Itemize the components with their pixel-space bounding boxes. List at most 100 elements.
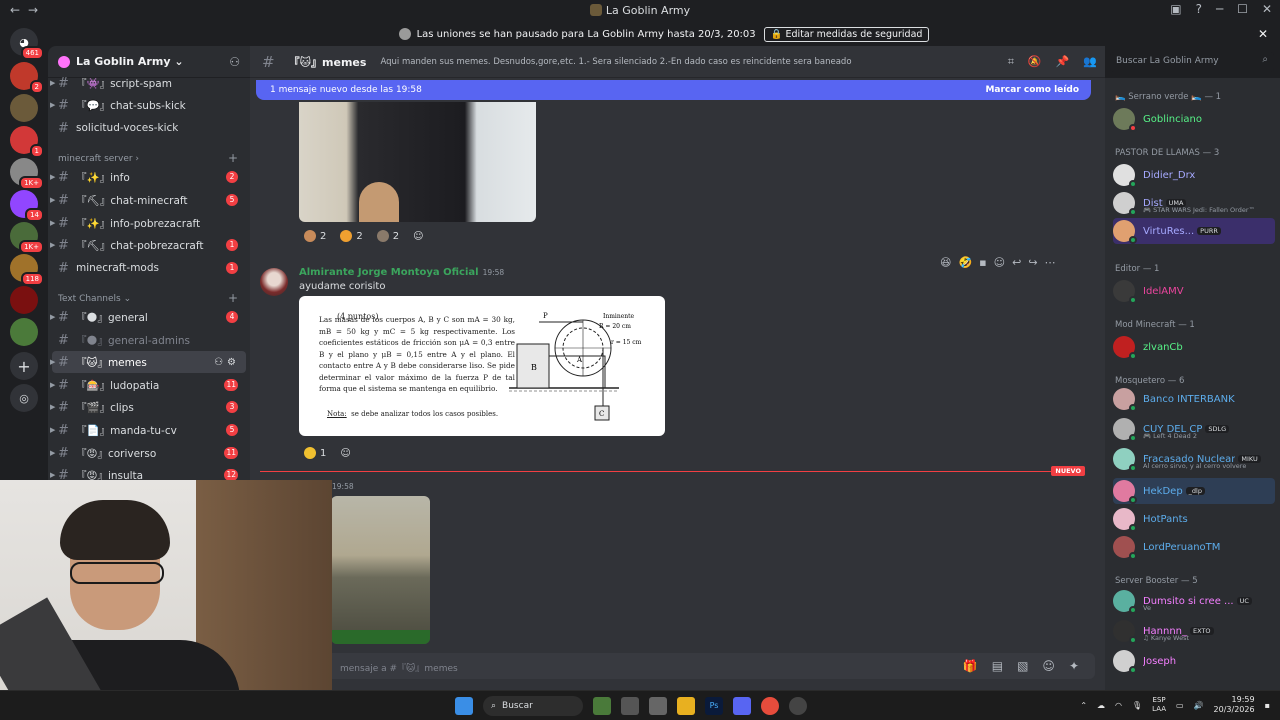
members-icon[interactable]: 👥: [1083, 55, 1097, 69]
member-item[interactable]: CUY DEL CP SDLG 🎮 Left 4 Dead 2: [1113, 416, 1275, 442]
server-icon-7[interactable]: [10, 286, 38, 314]
network-icon[interactable]: ▭: [1176, 701, 1184, 710]
forward-icon[interactable]: ↪: [1028, 256, 1037, 269]
member-item[interactable]: Joseph: [1113, 648, 1275, 674]
server-icon-6[interactable]: 118: [10, 254, 44, 286]
notifications-icon[interactable]: ▪: [1265, 701, 1270, 710]
channel-settings-icon[interactable]: ⚇⚙: [214, 357, 240, 368]
more-icon[interactable]: ⋯: [1045, 256, 1056, 269]
add-channel-icon[interactable]: +: [228, 291, 238, 305]
tray-chevron-icon[interactable]: ⌃: [1080, 701, 1087, 710]
channel-ludopatia[interactable]: ▶ # 『🎰』ludopatia 11: [50, 374, 246, 396]
channel-chat-pobrezacraft[interactable]: ▶ # 『⛏』chat-pobrezacraft 1: [50, 234, 246, 256]
invite-icon[interactable]: ⚇: [229, 55, 240, 69]
widgets-icon[interactable]: [593, 697, 611, 715]
reaction[interactable]: 2: [373, 228, 403, 244]
category-minecraft[interactable]: minecraft server › +: [58, 151, 238, 165]
volume-icon[interactable]: 🔊: [1194, 701, 1204, 710]
reaction[interactable]: 2: [336, 228, 366, 244]
add-server-icon[interactable]: +: [10, 352, 38, 380]
security-settings-button[interactable]: 🔒 Editar medidas de seguridad: [763, 26, 930, 42]
app-icon[interactable]: [649, 697, 667, 715]
apps-icon[interactable]: ✦: [1069, 659, 1079, 673]
search-input[interactable]: Buscar La Goblin Army ⌕: [1110, 52, 1274, 72]
threads-icon[interactable]: ⌗: [1008, 55, 1014, 69]
channel-info[interactable]: ▶ # 『✨』info 2: [50, 166, 246, 188]
member-item[interactable]: Dumsito si cree ... UC Ve: [1113, 588, 1275, 614]
add-channel-icon[interactable]: +: [228, 151, 238, 165]
server-icon-2[interactable]: [10, 94, 38, 122]
channel-coriverso[interactable]: ▶ # 『😡』coriverso 11: [50, 442, 246, 464]
channel-script-spam[interactable]: ▶ # 『👾』script-spam: [50, 72, 246, 94]
onedrive-icon[interactable]: ☁: [1097, 701, 1105, 710]
windows-start-icon[interactable]: [455, 697, 473, 715]
notifications-icon[interactable]: 🔕: [1028, 55, 1042, 69]
member-item[interactable]: HotPants: [1113, 506, 1275, 532]
minimize-button[interactable]: ─: [1216, 2, 1223, 16]
server-icon-5[interactable]: 1K+: [10, 222, 44, 254]
category-text-channels[interactable]: Text Channels ⌄ +: [58, 291, 238, 305]
member-item[interactable]: Didier_Drx: [1113, 162, 1275, 188]
member-item[interactable]: HekDep _dlp: [1113, 478, 1275, 504]
photoshop-icon[interactable]: Ps: [705, 697, 723, 715]
channel-clips[interactable]: ▶ # 『🎬』clips 3: [50, 396, 246, 418]
channel-general[interactable]: ▶ # 『🌑』general 4: [50, 306, 246, 328]
server-icon-4[interactable]: 1K+: [10, 158, 44, 190]
sticker-icon[interactable]: ▧: [1017, 659, 1028, 673]
task-view-icon[interactable]: [621, 697, 639, 715]
channel-chat-subs-kick[interactable]: ▶ # 『💬』chat-subs-kick: [50, 94, 246, 116]
emoji-icon[interactable]: ☺: [1042, 659, 1055, 673]
emoji-react-icon[interactable]: 😆: [940, 256, 951, 269]
add-reaction-icon[interactable]: ☺: [409, 229, 427, 244]
maximize-button[interactable]: ☐: [1237, 2, 1248, 16]
add-reaction-icon[interactable]: ☺: [336, 446, 354, 461]
channel-memes[interactable]: ▶ # 『🐱』memes ⚇⚙: [50, 351, 246, 373]
channel-manda-tu-cv[interactable]: ▶ # 『📄』manda-tu-cv 5: [50, 419, 246, 441]
gift-icon[interactable]: 🎁: [963, 659, 978, 673]
emoji-react-icon[interactable]: 🤣: [958, 256, 972, 269]
reaction[interactable]: 1: [300, 445, 330, 461]
language-indicator[interactable]: ESP LAA: [1152, 696, 1166, 714]
discord-taskbar-icon[interactable]: [733, 697, 751, 715]
discover-icon[interactable]: ◎: [10, 384, 38, 412]
server-icon-1[interactable]: 2: [10, 62, 44, 94]
help-icon[interactable]: ?: [1196, 2, 1202, 16]
wifi-icon[interactable]: ◠: [1115, 701, 1122, 710]
reaction[interactable]: 2: [300, 228, 330, 244]
meme-image[interactable]: [299, 102, 536, 222]
add-reaction-icon[interactable]: ☺: [994, 256, 1005, 269]
mark-as-read-button[interactable]: Marcar como leído: [985, 85, 1079, 95]
close-window-button[interactable]: ✕: [1262, 2, 1272, 16]
member-item[interactable]: Dist UMA 🎮 STAR WARS Jedi: Fallen Order™: [1113, 190, 1275, 216]
file-explorer-icon[interactable]: [677, 697, 695, 715]
close-icon[interactable]: ✕: [1258, 27, 1268, 41]
pin-icon[interactable]: 📌: [1056, 55, 1070, 69]
app-icon[interactable]: [789, 697, 807, 715]
member-item[interactable]: Hannnn_ EXTO ♫ Kanye West: [1113, 618, 1275, 644]
channel-chat-minecraft[interactable]: ▶ # 『⛏』chat-minecraft 5: [50, 189, 246, 211]
gif-icon[interactable]: ▤: [992, 659, 1003, 673]
member-item[interactable]: VirtuRes... PURR: [1113, 218, 1275, 244]
member-item[interactable]: IdelAMV: [1113, 278, 1275, 304]
member-item[interactable]: Banco INTERBANK: [1113, 386, 1275, 412]
message-input[interactable]: mensaje a #『🐱』memes 🎁 ▤ ▧ ☺ ✦: [260, 653, 1095, 679]
member-item[interactable]: zlvanCb: [1113, 334, 1275, 360]
channel-general-admins[interactable]: # 『🌑』general-admins: [52, 329, 246, 351]
reply-icon[interactable]: ↩: [1012, 256, 1021, 269]
server-icon-3[interactable]: 1: [10, 126, 44, 158]
channel-solicitud-voces-kick[interactable]: # solicitud-voces-kick: [52, 117, 246, 139]
emoji-react-icon[interactable]: ▪: [979, 256, 986, 269]
channel-topic[interactable]: Aqui manden sus memes. Desnudos,gore,etc…: [380, 57, 1000, 67]
twitch-icon[interactable]: 14: [10, 190, 44, 222]
homework-image[interactable]: (4 puntos) Las masas de los cuerpos A, B…: [299, 296, 665, 436]
member-item[interactable]: LordPeruanoTM: [1113, 534, 1275, 560]
discord-home-icon[interactable]: ◕ 461: [10, 28, 44, 60]
new-messages-bar[interactable]: 1 mensaje nuevo desde las 19:58 Marcar c…: [256, 80, 1091, 100]
avatar[interactable]: [260, 268, 288, 296]
chrome-icon[interactable]: [761, 697, 779, 715]
channel-info-pobrezacraft[interactable]: ▶ # 『✨』info-pobrezacraft: [50, 212, 246, 234]
inbox-icon[interactable]: ▣: [1170, 2, 1181, 16]
channel-insulta[interactable]: ▶ # 『😡』insulta 12: [50, 464, 246, 480]
member-item[interactable]: Fracasado Nuclear MIKU Al cerro sirvo, y a…: [1113, 446, 1275, 472]
server-icon-8[interactable]: [10, 318, 38, 346]
